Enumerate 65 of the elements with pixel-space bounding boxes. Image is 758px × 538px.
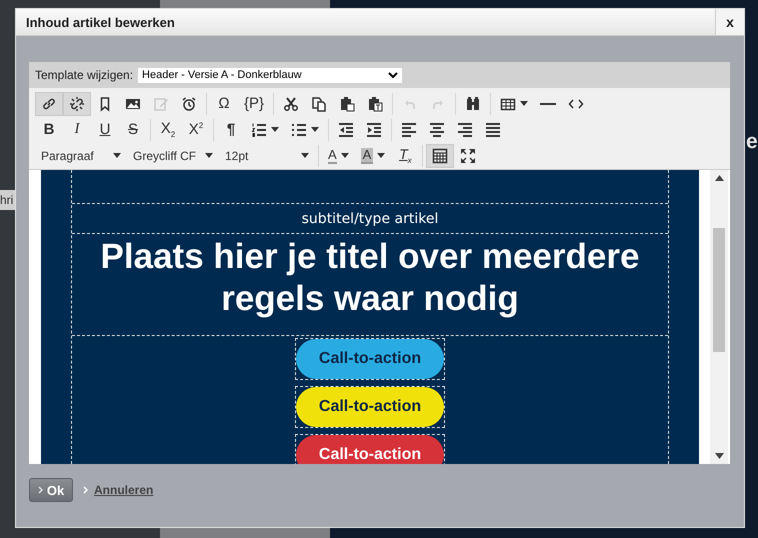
scissors-icon xyxy=(283,96,300,112)
ok-button[interactable]: Ok xyxy=(29,478,73,502)
outdent-icon xyxy=(338,122,354,138)
template-select[interactable]: Header - Versie A - Donkerblauw xyxy=(138,68,402,82)
scrollbar[interactable] xyxy=(710,170,728,464)
caret-icon xyxy=(301,153,309,158)
format-button[interactable]: I xyxy=(63,118,91,142)
clipboard-icon xyxy=(339,96,356,112)
copy-icon xyxy=(311,96,328,112)
format-dropdown[interactable]: 12pt xyxy=(219,144,315,168)
subtitle-text: subtitel/type artikel xyxy=(302,210,438,226)
format-button[interactable]: {P} xyxy=(238,92,270,116)
call-to-action-button[interactable]: Call-to-action xyxy=(296,387,444,427)
bulleted-list-icon xyxy=(291,122,307,138)
format-button[interactable]: A xyxy=(354,144,392,168)
format-button[interactable]: T$_{x}$ xyxy=(391,144,420,168)
format-dropdown[interactable]: Greycliff CF xyxy=(127,144,219,168)
grid-icon xyxy=(432,148,448,164)
caret-icon xyxy=(520,101,528,106)
scroll-up-icon[interactable] xyxy=(714,175,724,181)
alarm-clock-icon xyxy=(181,96,197,112)
heading-text: Plaats hier je titel over meerdere regels waar nodig xyxy=(100,236,640,320)
caret-icon xyxy=(271,127,279,132)
fullscreen-icon xyxy=(460,148,476,164)
caret-icon xyxy=(113,153,121,158)
toolbar-button[interactable] xyxy=(63,92,91,116)
caret-icon xyxy=(205,153,213,158)
toolbar-button[interactable] xyxy=(35,92,63,116)
broken-link-icon xyxy=(69,96,85,112)
paste-text-icon xyxy=(367,96,384,112)
align-left-icon xyxy=(401,122,417,138)
chevron-right-icon xyxy=(83,486,88,494)
dialog-title: Inhoud artikel bewerken xyxy=(25,14,175,30)
align-justify-icon xyxy=(485,122,501,138)
background-text: e xyxy=(746,130,758,154)
format-button[interactable]: X$^{2}$ xyxy=(182,118,210,142)
edit-icon xyxy=(153,96,169,112)
caret-icon xyxy=(311,127,319,132)
format-button[interactable]: ¶ xyxy=(217,118,245,142)
align-right-icon xyxy=(457,122,473,138)
format-button[interactable]: B xyxy=(35,118,63,142)
format-button[interactable]: S xyxy=(119,118,147,142)
chevron-down-icon xyxy=(388,72,398,78)
format-dropdown[interactable]: Paragraaf xyxy=(35,144,127,168)
horizontal-line-icon xyxy=(540,102,556,104)
cancel-link[interactable]: Annuleren xyxy=(94,483,154,497)
chevron-right-icon xyxy=(38,486,43,494)
caret-icon xyxy=(377,153,386,158)
format-button[interactable]: X$_{2}$ xyxy=(154,118,182,142)
format-button[interactable]: A xyxy=(322,144,355,168)
format-button[interactable]: U xyxy=(91,118,119,142)
caret-icon xyxy=(340,153,349,158)
link-icon xyxy=(41,96,57,112)
indent-icon xyxy=(366,122,382,138)
template-label: Template wijzigen: xyxy=(35,68,134,82)
scroll-thumb[interactable] xyxy=(713,228,725,352)
align-center-icon xyxy=(429,122,445,138)
call-to-action-button[interactable]: Call-to-action xyxy=(296,435,444,464)
call-to-action-button[interactable]: Call-to-action xyxy=(296,339,444,379)
scroll-down-icon[interactable] xyxy=(714,453,724,459)
numbered-list-icon xyxy=(251,122,267,138)
format-button[interactable]: Ω xyxy=(210,92,238,116)
toolbar-button[interactable] xyxy=(426,144,454,168)
binoculars-icon xyxy=(465,96,482,112)
close-button[interactable]: x xyxy=(715,9,744,35)
